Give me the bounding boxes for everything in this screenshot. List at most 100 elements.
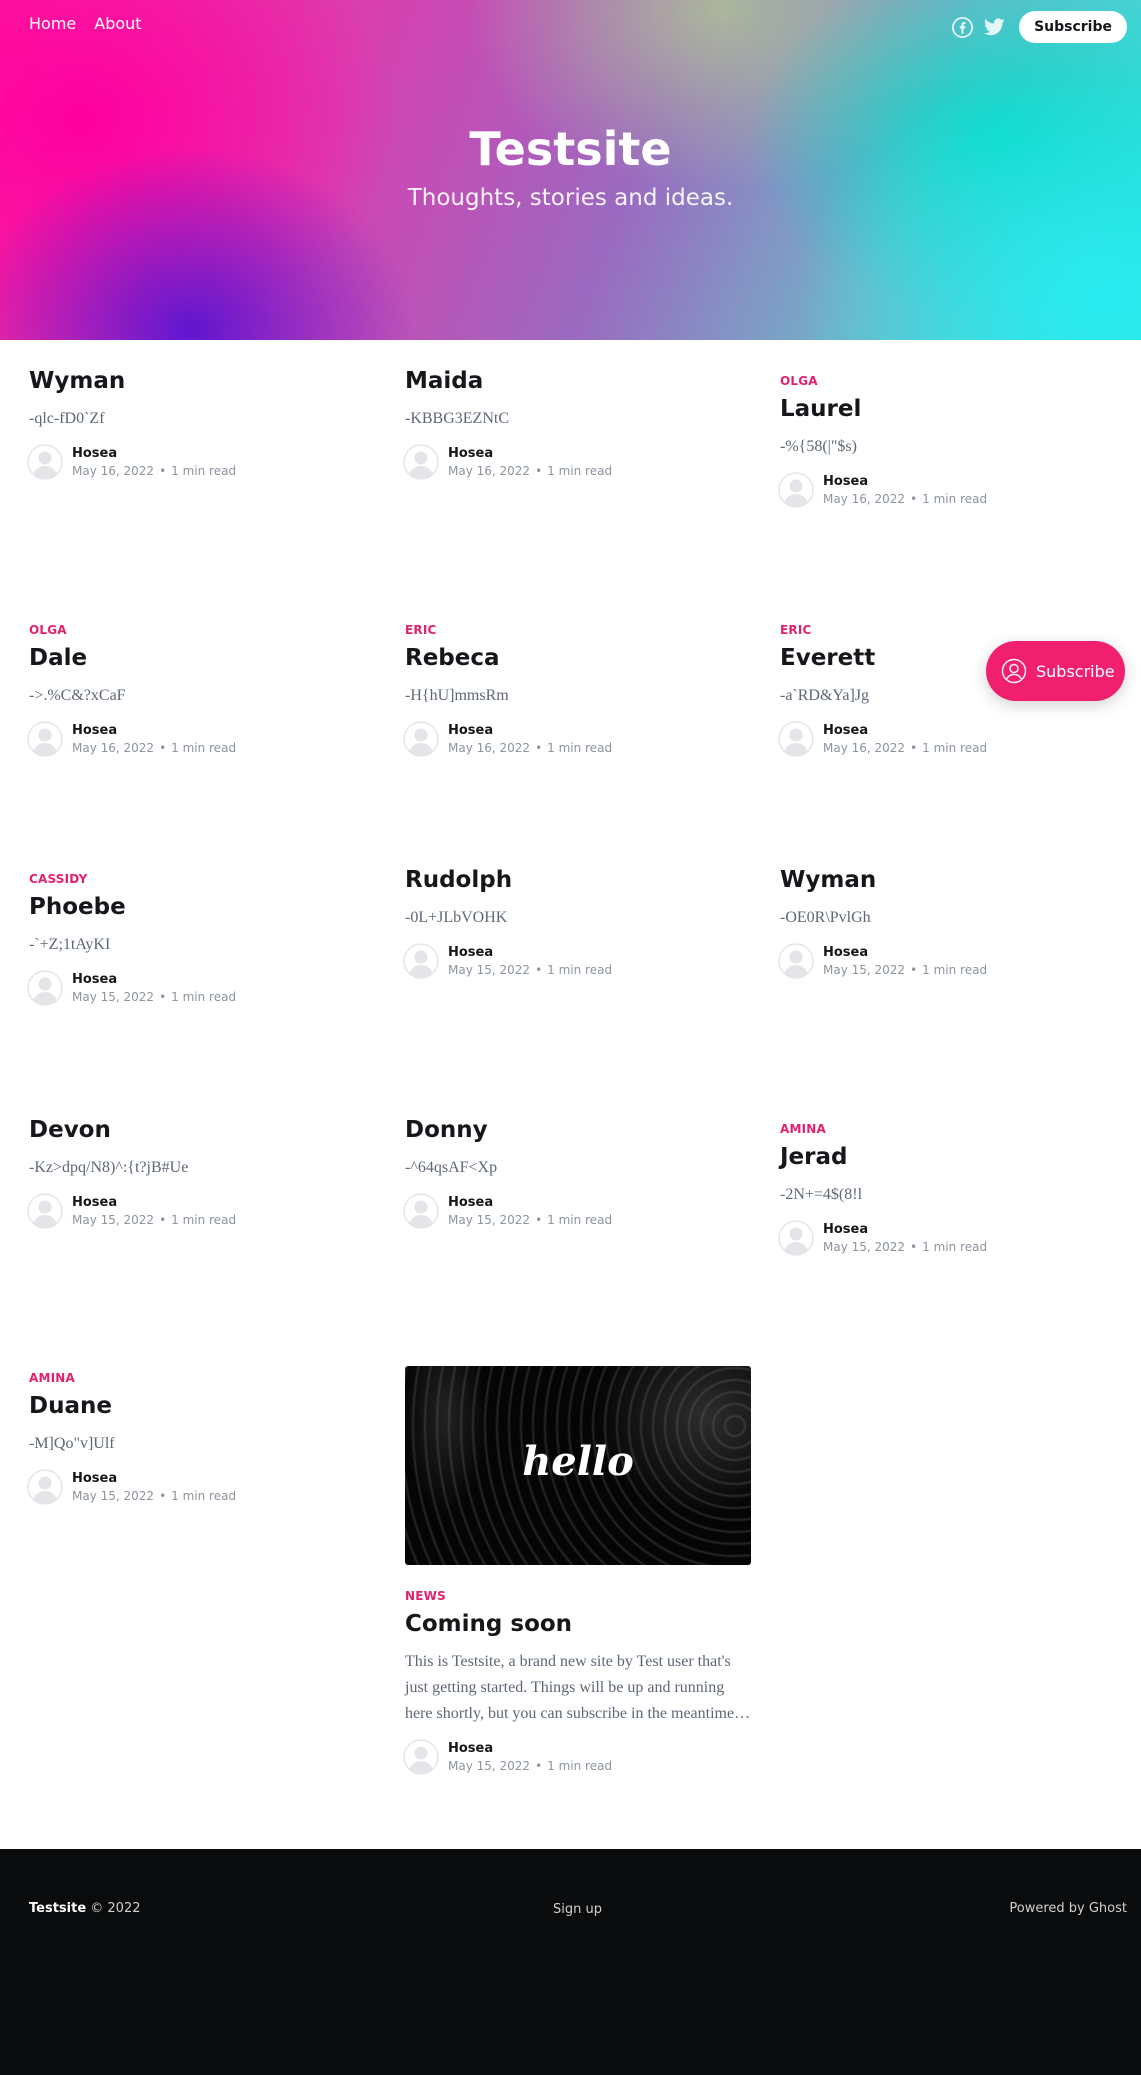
post-card[interactable]: Maida -KBBG3EZNtC Hosea May 16, 2022 • 1 m… [403, 368, 751, 480]
post-tag[interactable]: Olga [780, 374, 1126, 388]
user-circle-icon [1001, 658, 1027, 684]
post-card[interactable]: Donny -^64qsAF<Xp Hosea May 15, 2022 • 1 m… [403, 1117, 751, 1229]
post-meta: Hosea May 16, 2022 • 1 min read [403, 443, 751, 480]
floating-subscribe-button[interactable]: Subscribe [986, 641, 1125, 701]
reading-time: 1 min read [547, 962, 613, 977]
post-card[interactable]: Rudolph -0L+JLbVOHK Hosea May 15, 2022 • 1… [403, 867, 751, 979]
post-title[interactable]: Rebeca [405, 645, 751, 673]
author-name[interactable]: Hosea [72, 972, 236, 987]
avatar-icon[interactable] [27, 720, 63, 757]
reading-time: 1 min read [171, 989, 237, 1004]
post-feature-image[interactable]: hello [405, 1366, 751, 1565]
footer-year: © 2022 [90, 1901, 141, 1916]
author-name[interactable]: Hosea [72, 723, 236, 738]
avatar-icon[interactable] [403, 443, 439, 480]
post-tag[interactable]: Eric [405, 623, 751, 637]
author-name[interactable]: Hosea [448, 1741, 612, 1756]
author-name[interactable]: Hosea [823, 723, 987, 738]
post-card[interactable]: Amina Jerad -2N+=4$(8!l Hosea May 15, 20… [778, 1122, 1126, 1256]
site-title: Testsite [469, 122, 672, 176]
post-date: May 15, 2022 [72, 1212, 155, 1227]
footer-powered-by-link[interactable]: Powered by Ghost [1009, 1901, 1127, 1916]
post-meta: Hosea May 16, 2022 • 1 min read [778, 720, 1126, 757]
author-name[interactable]: Hosea [72, 446, 236, 461]
post-date: May 16, 2022 [448, 740, 531, 755]
post-excerpt: -KBBG3EZNtC [405, 409, 509, 427]
avatar-icon[interactable] [27, 443, 63, 480]
post-meta: Hosea May 15, 2022 • 1 min read [778, 942, 1126, 979]
post-title[interactable]: Dale [29, 645, 375, 673]
post-title[interactable]: Donny [405, 1117, 751, 1145]
reading-time: 1 min read [547, 740, 613, 755]
header-subscribe-button[interactable]: Subscribe [1019, 11, 1127, 43]
avatar-icon[interactable] [27, 969, 63, 1006]
author-name[interactable]: Hosea [448, 1195, 612, 1210]
reading-time: 1 min read [922, 962, 988, 977]
post-title[interactable]: Wyman [780, 867, 1126, 895]
post-tag[interactable]: Amina [29, 1371, 375, 1385]
post-title[interactable]: Phoebe [29, 894, 375, 922]
floating-subscribe-label: Subscribe [1036, 661, 1115, 681]
post-meta: Hosea May 15, 2022 • 1 min read [27, 1192, 375, 1229]
post-excerpt: -Kz>dpq/N8)^:{t?jB#Ue [29, 1158, 189, 1176]
facebook-icon[interactable] [951, 16, 973, 38]
reading-time: 1 min read [922, 740, 988, 755]
author-name[interactable]: Hosea [448, 446, 612, 461]
post-tag[interactable]: Cassidy [29, 872, 375, 886]
post-title[interactable]: Coming soon [405, 1611, 751, 1639]
post-tag[interactable]: Amina [780, 1122, 1126, 1136]
post-title[interactable]: Devon [29, 1117, 375, 1145]
post-card[interactable]: Amina Duane -M]Qo"v]Ulf Hosea May 15, 20… [27, 1371, 375, 1505]
post-date: May 15, 2022 [448, 1758, 531, 1773]
footer-site-link[interactable]: Testsite [29, 1901, 86, 1916]
avatar-icon[interactable] [778, 471, 814, 508]
nav-about-link[interactable]: About [94, 14, 141, 33]
site-header: Home About Subscribe Testsite Thoughts, … [0, 0, 1141, 340]
avatar-icon[interactable] [403, 942, 439, 979]
post-tag[interactable]: News [405, 1589, 751, 1603]
author-name[interactable]: Hosea [448, 945, 612, 960]
author-name[interactable]: Hosea [72, 1471, 236, 1486]
post-tag[interactable]: Eric [780, 623, 1126, 637]
reading-time: 1 min read [171, 463, 237, 478]
avatar-icon[interactable] [27, 1192, 63, 1229]
post-card[interactable]: Wyman -OE0R\PvlGh Hosea May 15, 2022 • 1 m… [778, 867, 1126, 979]
avatar-icon[interactable] [778, 942, 814, 979]
post-title[interactable]: Rudolph [405, 867, 751, 895]
author-name[interactable]: Hosea [448, 723, 612, 738]
avatar-icon[interactable] [403, 1738, 439, 1775]
nav-home-link[interactable]: Home [29, 14, 76, 33]
author-name[interactable]: Hosea [823, 945, 987, 960]
post-title[interactable]: Wyman [29, 368, 375, 396]
author-name[interactable]: Hosea [823, 1222, 987, 1237]
avatar-icon[interactable] [778, 720, 814, 757]
footer-signup-link[interactable]: Sign up [553, 1902, 602, 1917]
post-card[interactable]: Wyman -qlc-fD0`Zf Hosea May 16, 2022 • 1 m… [27, 368, 375, 480]
post-card[interactable]: Olga Laurel -%{58(|"$s) Hosea May 16, 20… [778, 374, 1126, 508]
avatar-icon[interactable] [778, 1219, 814, 1256]
avatar-icon[interactable] [27, 1468, 63, 1505]
post-meta: Hosea May 16, 2022 • 1 min read [27, 720, 375, 757]
post-date: May 16, 2022 [72, 463, 155, 478]
post-title[interactable]: Laurel [780, 396, 1126, 424]
avatar-icon[interactable] [403, 1192, 439, 1229]
reading-time: 1 min read [171, 1488, 237, 1503]
post-card[interactable]: Cassidy Phoebe -`+Z;1tAyKI Hosea May 15,… [27, 872, 375, 1006]
post-title[interactable]: Duane [29, 1393, 375, 1421]
post-tag[interactable]: Olga [29, 623, 375, 637]
post-title[interactable]: Maida [405, 368, 751, 396]
post-title[interactable]: Jerad [780, 1144, 1126, 1172]
author-name[interactable]: Hosea [823, 474, 987, 489]
avatar-icon[interactable] [403, 720, 439, 757]
post-card[interactable]: Eric Rebeca -H{hU]mmsRm Hosea May 16, 20… [403, 623, 751, 757]
featured-post-card[interactable]: hello News Coming soon This is Testsite,… [403, 1366, 751, 1775]
post-date: May 16, 2022 [448, 463, 531, 478]
reading-time: 1 min read [922, 1239, 988, 1254]
post-card[interactable]: Devon -Kz>dpq/N8)^:{t?jB#Ue Hosea May 15… [27, 1117, 375, 1229]
author-name[interactable]: Hosea [72, 1195, 236, 1210]
post-card[interactable]: Olga Dale ->.%C&?xCaF Hosea May 16, 2022… [27, 623, 375, 757]
twitter-icon[interactable] [983, 16, 1005, 38]
reading-time: 1 min read [922, 491, 988, 506]
post-excerpt: -%{58(|"$s) [780, 437, 857, 455]
post-excerpt: ->.%C&?xCaF [29, 686, 126, 704]
